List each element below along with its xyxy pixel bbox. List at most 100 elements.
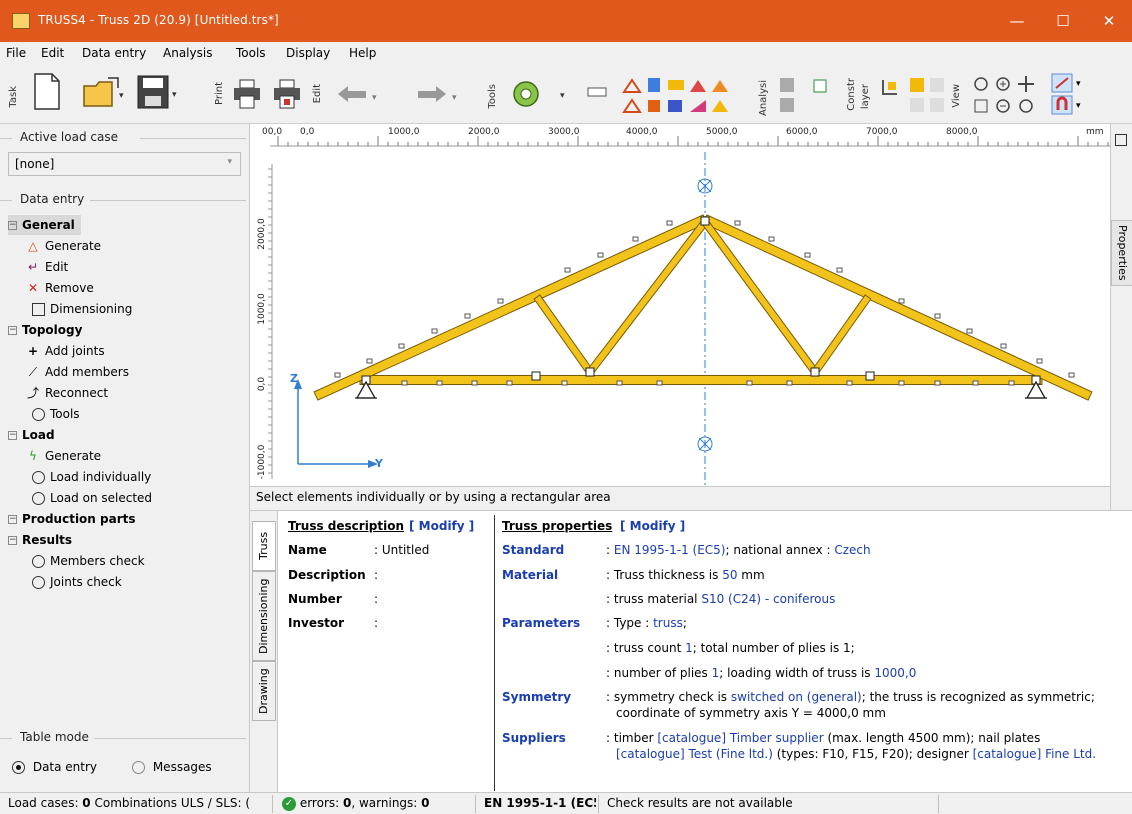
tab-dimensioning[interactable]: Dimensioning bbox=[252, 571, 276, 661]
radio-data-entry[interactable]: Data entry bbox=[12, 760, 97, 774]
circle-icon bbox=[32, 576, 45, 589]
menu-data-entry[interactable]: Data entry bbox=[82, 46, 146, 60]
print-preview-icon[interactable] bbox=[272, 78, 302, 110]
bottom-tabs: Truss Dimensioning Drawing bbox=[250, 511, 278, 793]
tree-item-generate[interactable]: △ Generate bbox=[26, 236, 101, 256]
menu-display[interactable]: Display bbox=[286, 46, 330, 60]
redo-icon[interactable]: ▾ bbox=[412, 82, 462, 106]
menu-tools[interactable]: Tools bbox=[236, 46, 266, 60]
menu-edit[interactable]: Edit bbox=[41, 46, 64, 60]
data-entry-label: Data entry bbox=[18, 192, 87, 206]
purlin-mark bbox=[934, 313, 941, 319]
parameters-line-2: : truss count 1; total number of plies i… bbox=[606, 641, 855, 655]
loading-width-link[interactable]: 1000,0 bbox=[874, 666, 916, 680]
tab-truss[interactable]: Truss bbox=[252, 521, 276, 571]
minimize-button[interactable]: — bbox=[994, 0, 1040, 42]
truss-count-link[interactable]: 1 bbox=[685, 641, 693, 655]
active-load-case-label: Active load case bbox=[18, 130, 120, 144]
svg-text:▾: ▾ bbox=[452, 93, 457, 103]
tree-item-joints-check[interactable]: Joints check bbox=[32, 572, 122, 592]
material-line-2: : truss material S10 (C24) - coniferous bbox=[606, 592, 836, 606]
tree-group-production-parts[interactable]: − Production parts bbox=[8, 509, 136, 529]
print-icon[interactable] bbox=[232, 78, 262, 110]
remove-x-icon: ✕ bbox=[27, 281, 39, 295]
axis-snap-icons[interactable]: ▾▾ bbox=[1050, 72, 1092, 116]
svg-text:▾: ▾ bbox=[1076, 79, 1081, 89]
tree-item-add-members[interactable]: ⟋ Add members bbox=[26, 362, 129, 382]
purlin-mark bbox=[497, 298, 504, 304]
parameters-label: Parameters bbox=[502, 616, 581, 630]
maximize-button[interactable]: ☐ bbox=[1040, 0, 1086, 42]
tree-group-load[interactable]: − Load bbox=[8, 425, 55, 445]
circle-icon bbox=[32, 492, 45, 505]
panel-toggle-icon[interactable] bbox=[1115, 134, 1127, 146]
truss-drawing[interactable]: 00,0 0,0 1000,0 2000,0 3000,0 4000,0 5000,0 600… bbox=[250, 124, 1119, 486]
tree-item-load-on-selected[interactable]: Load on selected bbox=[32, 488, 152, 508]
analysis-icons-group[interactable] bbox=[622, 74, 750, 118]
tree-group-results[interactable]: − Results bbox=[8, 530, 72, 550]
bottom-tie-mark bbox=[786, 380, 793, 386]
purlin-mark bbox=[1068, 372, 1075, 378]
layer-icon[interactable] bbox=[880, 78, 900, 98]
lightning-icon: ϟ bbox=[29, 449, 37, 463]
purlin-mark bbox=[836, 267, 843, 273]
left-panel: Active load case [none] ▾ Data entry − Ge… bbox=[0, 124, 250, 792]
active-load-case-select[interactable]: [none] ▾ bbox=[8, 152, 241, 176]
save-icon[interactable]: ▾ bbox=[136, 74, 182, 112]
tree-item-remove[interactable]: ✕ Remove bbox=[26, 278, 94, 298]
left-diagonal-outer bbox=[533, 294, 594, 375]
zoom-icons-group[interactable] bbox=[972, 76, 1044, 116]
open-folder-icon[interactable]: ▾ bbox=[82, 76, 128, 112]
truss-description-modify-button[interactable]: [ Modify ] bbox=[409, 519, 474, 533]
tree-item-members-check[interactable]: Members check bbox=[32, 551, 145, 571]
view-layer-icons[interactable] bbox=[908, 76, 948, 116]
settings-gear-icon[interactable]: ▾ bbox=[508, 76, 572, 112]
tree-item-reconnect[interactable]: ⤴ Reconnect bbox=[26, 383, 108, 403]
annex-link[interactable]: Czech bbox=[834, 543, 870, 557]
tree-item-tools[interactable]: Tools bbox=[32, 404, 80, 424]
ruler-icon[interactable] bbox=[586, 82, 608, 102]
tree-item-load-generate[interactable]: ϟ Generate bbox=[26, 446, 101, 466]
table-icons-group[interactable] bbox=[778, 76, 830, 116]
tree-group-general[interactable]: − General bbox=[8, 215, 81, 235]
ruler-tick-label: 6000,0 bbox=[786, 127, 818, 137]
toolbar: Task ▾ ▾ Print Edit ▾ ▾ Tools ▾ Analysi … bbox=[0, 64, 1132, 124]
menu-analysis[interactable]: Analysis bbox=[163, 46, 212, 60]
radio-messages[interactable]: Messages bbox=[132, 760, 212, 774]
status-standard: EN 1995-1-1 (EC5 bbox=[484, 796, 596, 810]
timber-supplier-link[interactable]: [catalogue] Timber supplier bbox=[657, 731, 823, 745]
toolbar-analysis-label: Analysi bbox=[758, 80, 769, 116]
joint-plate bbox=[585, 367, 595, 377]
canvas-status-text: Select elements individually or by using… bbox=[256, 490, 611, 504]
thickness-link[interactable]: 50 bbox=[722, 568, 737, 582]
drawing-canvas[interactable]: 00,0 0,0 1000,0 2000,0 3000,0 4000,0 5000,0 600… bbox=[250, 124, 1119, 486]
tree-item-dimensioning[interactable]: Dimensioning bbox=[32, 299, 132, 319]
plus-icon: + bbox=[27, 344, 39, 358]
tree-item-edit[interactable]: ↵ Edit bbox=[26, 257, 68, 277]
nail-plate-link[interactable]: [catalogue] Test (Fine ltd.) bbox=[616, 747, 773, 761]
new-file-icon[interactable] bbox=[32, 72, 62, 112]
parameters-line-1: : Type : truss; bbox=[606, 616, 687, 630]
joint-plate bbox=[810, 367, 820, 377]
tab-drawing[interactable]: Drawing bbox=[252, 661, 276, 721]
standard-link[interactable]: EN 1995-1-1 (EC5) bbox=[614, 543, 726, 557]
symmetry-label: Symmetry bbox=[502, 690, 572, 704]
purlin-mark bbox=[597, 252, 604, 258]
tree-item-load-individually[interactable]: Load individually bbox=[32, 467, 151, 487]
symmetry-link[interactable]: switched on (general) bbox=[731, 690, 862, 704]
material-link[interactable]: S10 (C24) - coniferous bbox=[701, 592, 835, 606]
menu-file[interactable]: File bbox=[6, 46, 26, 60]
ruler-tick-label: 1000,0 bbox=[388, 127, 420, 137]
type-link[interactable]: truss bbox=[653, 616, 683, 630]
undo-icon[interactable]: ▾ bbox=[332, 82, 382, 106]
ruler-tick-label: 4000,0 bbox=[626, 127, 658, 137]
close-button[interactable]: ✕ bbox=[1086, 0, 1132, 42]
tree-group-topology[interactable]: − Topology bbox=[8, 320, 82, 340]
tree-item-add-joints[interactable]: + Add joints bbox=[26, 341, 105, 361]
designer-link[interactable]: [catalogue] Fine Ltd. bbox=[973, 747, 1096, 761]
truss-properties-modify-button[interactable]: [ Modify ] bbox=[620, 519, 685, 533]
menu-help[interactable]: Help bbox=[349, 46, 376, 60]
properties-tab[interactable]: Properties bbox=[1111, 220, 1132, 286]
bottom-tie-mark bbox=[506, 380, 513, 386]
desc-description-label: Description bbox=[288, 568, 366, 582]
